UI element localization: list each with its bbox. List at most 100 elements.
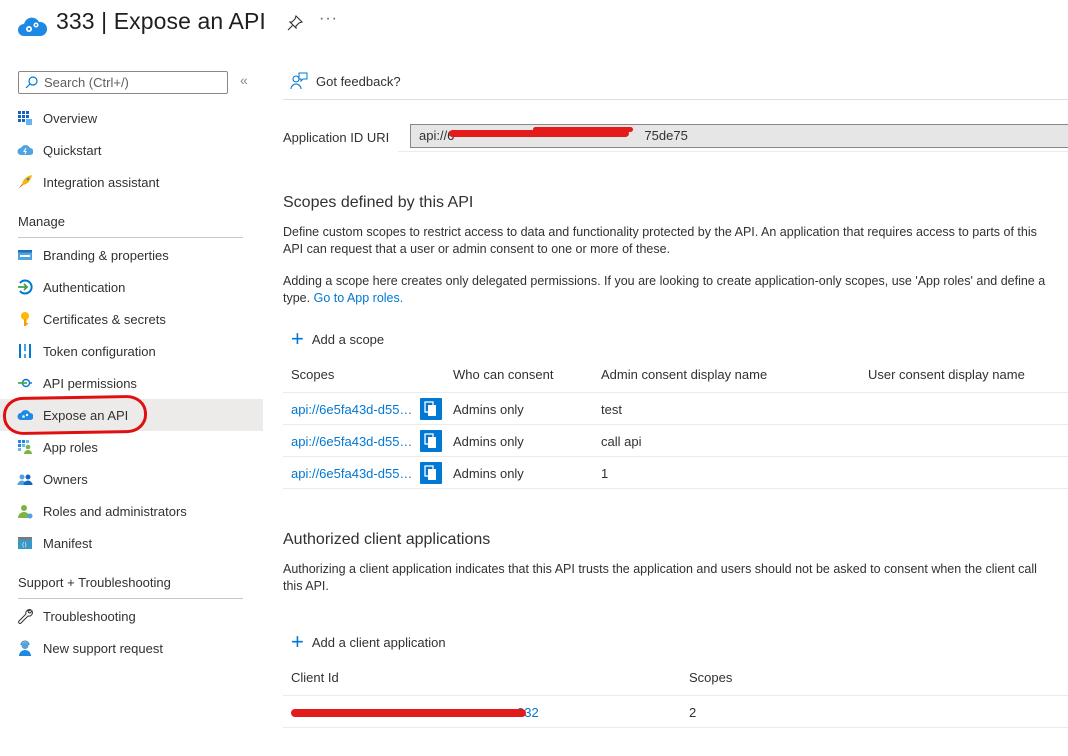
overview-grid-icon	[18, 111, 32, 125]
column-header-user-consent-display-name: User consent display name	[868, 367, 1025, 382]
scope-link[interactable]: api://6e5fa43d-d55…	[291, 466, 412, 481]
table-divider	[283, 456, 1068, 457]
more-options-button[interactable]: ···	[319, 10, 338, 28]
sidebar-item-app-roles[interactable]: App roles	[0, 431, 263, 463]
sidebar-item-label: Troubleshooting	[43, 608, 136, 624]
redaction-mark	[291, 709, 526, 717]
go-to-app-roles-link[interactable]: Go to App roles.	[314, 291, 404, 305]
who-can-consent-cell: Admins only	[453, 466, 524, 481]
copy-icon	[424, 465, 436, 480]
rocket-icon	[18, 175, 32, 189]
scopes-note-line1: Adding a scope here creates only delegat…	[283, 274, 1046, 288]
sidebar-item-label: Quickstart	[43, 142, 102, 158]
clients-desc-line1: Authorizing a client application indicat…	[283, 562, 1037, 576]
manage-heading-text: Manage	[18, 214, 65, 229]
plus-icon: +	[291, 629, 304, 654]
page-header: 333 | Expose an API ···	[0, 0, 1068, 52]
column-header-who-can-consent: Who can consent	[453, 367, 554, 382]
sidebar-item-certificates[interactable]: Certificates & secrets	[0, 303, 263, 335]
token-config-icon	[19, 344, 31, 358]
wrench-icon	[18, 609, 33, 624]
support-person-icon	[19, 640, 31, 656]
redaction-mark	[533, 127, 633, 132]
table-divider	[283, 488, 1068, 489]
sidebar-item-troubleshooting[interactable]: Troubleshooting	[0, 600, 263, 632]
authentication-icon	[18, 279, 33, 295]
add-client-application-button[interactable]: + Add a client application	[291, 629, 446, 654]
add-client-label: Add a client application	[311, 634, 446, 650]
sidebar-item-quickstart[interactable]: Quickstart	[0, 134, 263, 166]
copy-button[interactable]	[420, 398, 442, 420]
add-scope-button[interactable]: + Add a scope	[291, 328, 385, 350]
scopes-desc-line2: API can request that a user or admin con…	[283, 242, 671, 256]
sidebar-item-label: Overview	[43, 110, 98, 126]
sidebar-item-integration-assistant[interactable]: Integration assistant	[0, 166, 263, 198]
sidebar-item-label: API permissions	[43, 375, 137, 391]
sidebar-item-roles-and-administrators[interactable]: Roles and administrators	[0, 495, 263, 527]
client-scopes-count: 2	[689, 705, 697, 720]
sidebar-item-authentication[interactable]: Authentication	[0, 271, 263, 303]
sidebar-item-owners[interactable]: Owners	[0, 463, 263, 495]
feedback-button[interactable]: Got feedback?	[290, 72, 401, 90]
app-id-uri-underline	[398, 151, 1068, 152]
api-permissions-icon	[18, 378, 32, 388]
sidebar-item-token-configuration[interactable]: Token configuration	[0, 335, 263, 367]
roles-admin-icon	[18, 505, 33, 519]
copy-button[interactable]	[420, 462, 442, 484]
manage-divider	[18, 237, 243, 238]
sidebar: « Overview Quickstart Integration assist…	[0, 60, 263, 756]
copy-button[interactable]	[420, 430, 442, 452]
sidebar-item-label: Manifest	[43, 535, 93, 551]
scopes-note-line2: type.	[283, 291, 311, 305]
admin-consent-name-cell: call api	[601, 434, 642, 449]
toolbar-divider	[283, 99, 1068, 100]
column-header-client-scopes: Scopes	[689, 670, 733, 685]
sidebar-item-manifest[interactable]: () Manifest	[0, 527, 263, 559]
column-header-admin-consent-display-name: Admin consent display name	[601, 367, 768, 382]
app-roles-icon	[18, 440, 32, 454]
clients-desc-line2: this API.	[283, 579, 329, 593]
copy-icon	[424, 433, 436, 448]
scope-link[interactable]: api://6e5fa43d-d55…	[291, 434, 412, 449]
feedback-label: Got feedback?	[316, 73, 401, 89]
sidebar-item-label: Owners	[43, 471, 88, 487]
scopes-delegated-note: Adding a scope here creates only delegat…	[283, 273, 1068, 307]
sidebar-item-label: Token configuration	[43, 343, 156, 359]
page-title: 333 | Expose an API	[56, 8, 266, 34]
sidebar-item-label: App roles	[43, 439, 98, 455]
sidebar-item-expose-an-api[interactable]: Expose an API	[0, 399, 263, 431]
add-scope-label: Add a scope	[311, 331, 385, 347]
clients-description: Authorizing a client application indicat…	[283, 561, 1068, 595]
table-divider	[283, 424, 1068, 425]
manifest-icon: ()	[18, 537, 32, 549]
sidebar-item-label: Integration assistant	[43, 174, 160, 190]
clients-section-title: Authorized client applications	[283, 531, 491, 548]
sidebar-item-label: Certificates & secrets	[43, 311, 166, 327]
pin-icon[interactable]	[286, 14, 304, 32]
owners-icon	[17, 474, 33, 485]
sidebar-item-new-support-request[interactable]: New support request	[0, 632, 263, 664]
support-heading-text: Support + Troubleshooting	[18, 575, 171, 590]
collapse-sidebar-button[interactable]: «	[240, 72, 248, 88]
feedback-icon	[290, 72, 308, 90]
sidebar-item-label: Branding & properties	[43, 247, 169, 263]
scopes-desc-line1: Define custom scopes to restrict access …	[283, 225, 1037, 239]
column-header-scopes: Scopes	[291, 367, 335, 382]
app-id-uri-suffix: 75de75	[644, 128, 688, 143]
sidebar-item-api-permissions[interactable]: API permissions	[0, 367, 263, 399]
table-divider	[283, 392, 1068, 393]
sidebar-item-branding[interactable]: Branding & properties	[0, 239, 263, 271]
manage-heading: Manage	[18, 214, 65, 229]
sidebar-item-label: Expose an API	[43, 407, 129, 423]
sidebar-item-overview[interactable]: Overview	[0, 102, 263, 134]
sidebar-item-label: New support request	[43, 640, 163, 656]
sidebar-search[interactable]	[18, 71, 228, 94]
quickstart-cloud-icon	[17, 145, 33, 155]
copy-icon	[424, 401, 436, 416]
search-input[interactable]	[44, 75, 214, 90]
who-can-consent-cell: Admins only	[453, 434, 524, 449]
search-icon	[25, 76, 38, 89]
support-divider	[18, 598, 243, 599]
expose-api-cloud-icon	[17, 410, 33, 420]
scope-link[interactable]: api://6e5fa43d-d55…	[291, 402, 412, 417]
